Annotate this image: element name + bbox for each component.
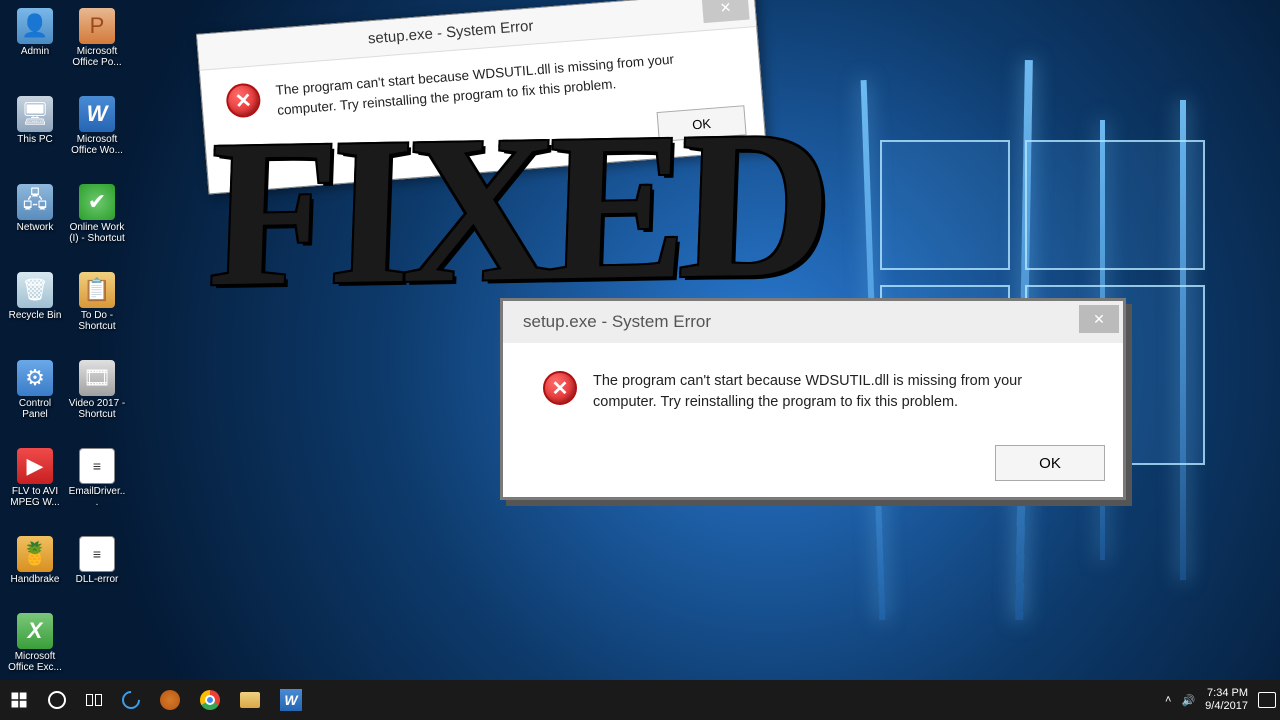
- taskbar: W ˄ 🔊 7:34 PM 9/4/2017: [0, 680, 1280, 720]
- cortana-button[interactable]: [38, 680, 76, 720]
- icon-label: Admin: [21, 46, 49, 57]
- desktop-icon[interactable]: 📋To Do - Shortcut: [68, 272, 126, 332]
- error-icon: ✕: [225, 82, 262, 119]
- close-button[interactable]: ✕: [702, 0, 750, 23]
- desktop-icon[interactable]: XMicrosoft Office Exc...: [6, 613, 64, 673]
- desktop-icon[interactable]: ▶FLV to AVI MPEG W...: [6, 448, 64, 508]
- icon-label: Video 2017 - Shortcut: [68, 398, 126, 420]
- icon-label: DLL-error: [76, 574, 119, 585]
- ok-button[interactable]: OK: [657, 105, 747, 142]
- app-icon: 🎞: [79, 360, 115, 396]
- desktop-icon[interactable]: WMicrosoft Office Wo...: [68, 96, 126, 156]
- app-icon: ▶: [17, 448, 53, 484]
- folder-icon: [240, 692, 260, 708]
- desktop-icon[interactable]: ≡ DLL-error: [68, 536, 126, 585]
- desktop-icon[interactable]: 🍍 Handbrake: [6, 536, 64, 585]
- icon-label: EmailDriver...: [68, 486, 126, 508]
- icon-label: FLV to AVI MPEG W...: [6, 486, 64, 508]
- explorer-button[interactable]: [230, 680, 270, 720]
- icon-label: Control Panel: [6, 398, 64, 420]
- error-dialog-2: setup.exe - System Error ✕ ✕ The program…: [500, 298, 1126, 500]
- cortana-icon: [48, 691, 66, 709]
- desktop-icons-grid: 👤AdminPMicrosoft Office Po...🖥This PCWMi…: [6, 8, 126, 673]
- desktop-icon[interactable]: ⚙Control Panel: [6, 360, 64, 420]
- icon-label: Microsoft Office Wo...: [68, 134, 126, 156]
- app-icon: W: [79, 96, 115, 132]
- dialog-title: setup.exe - System Error: [503, 312, 1079, 332]
- volume-icon[interactable]: 🔊: [1181, 694, 1195, 707]
- edge-icon: [118, 687, 143, 712]
- icon-label: Microsoft Office Po...: [68, 46, 126, 68]
- dialog-message: The program can't start because WDSUTIL.…: [593, 371, 1089, 413]
- app-icon: ✔: [79, 184, 115, 220]
- app-icon: 🍍: [17, 536, 53, 572]
- firefox-button[interactable]: [150, 680, 190, 720]
- ok-button[interactable]: OK: [995, 445, 1105, 481]
- close-button[interactable]: ✕: [1079, 305, 1119, 333]
- icon-label: Online Work (I) - Shortcut: [68, 222, 126, 244]
- app-icon: 📋: [79, 272, 115, 308]
- app-icon: 🗑: [17, 272, 53, 308]
- task-view-icon: [86, 694, 102, 706]
- app-icon: ≡: [79, 448, 115, 484]
- desktop-icon[interactable]: 🖥 This PC: [6, 96, 64, 156]
- chrome-icon: [200, 690, 220, 710]
- app-icon: 👤: [17, 8, 53, 44]
- desktop-icon[interactable]: ✔Online Work (I) - Shortcut: [68, 184, 126, 244]
- desktop-icon[interactable]: ≡EmailDriver...: [68, 448, 126, 508]
- clock[interactable]: 7:34 PM 9/4/2017: [1205, 687, 1248, 713]
- desktop-icon[interactable]: 🗑 Recycle Bin: [6, 272, 64, 332]
- error-icon: ✕: [543, 371, 577, 405]
- word-icon: W: [280, 689, 302, 711]
- clock-date: 9/4/2017: [1205, 700, 1248, 713]
- start-button[interactable]: [0, 680, 38, 720]
- app-icon: X: [17, 613, 53, 649]
- app-icon: P: [79, 8, 115, 44]
- clock-time: 7:34 PM: [1205, 687, 1248, 700]
- action-center-icon[interactable]: [1258, 692, 1276, 708]
- desktop-icon[interactable]: 🎞Video 2017 - Shortcut: [68, 360, 126, 420]
- icon-label: Handbrake: [11, 574, 60, 585]
- app-icon: ≡: [79, 536, 115, 572]
- dialog-titlebar[interactable]: setup.exe - System Error ✕: [503, 301, 1123, 343]
- firefox-icon: [160, 690, 180, 710]
- icon-label: Microsoft Office Exc...: [6, 651, 64, 673]
- app-icon: ⚙: [17, 360, 53, 396]
- desktop-icon[interactable]: 🖧 Network: [6, 184, 64, 244]
- tray-chevron-icon[interactable]: ˄: [1165, 694, 1171, 706]
- desktop-icon[interactable]: PMicrosoft Office Po...: [68, 8, 126, 68]
- icon-label: This PC: [17, 134, 53, 145]
- desktop-icon[interactable]: 👤 Admin: [6, 8, 64, 68]
- app-icon: 🖥: [17, 96, 53, 132]
- app-icon: 🖧: [17, 184, 53, 220]
- icon-label: Recycle Bin: [9, 310, 62, 321]
- word-taskbar-button[interactable]: W: [270, 680, 312, 720]
- chrome-button[interactable]: [190, 680, 230, 720]
- edge-button[interactable]: [112, 680, 150, 720]
- icon-label: Network: [17, 222, 54, 233]
- icon-label: To Do - Shortcut: [68, 310, 126, 332]
- task-view-button[interactable]: [76, 680, 112, 720]
- system-tray: ˄ 🔊 7:34 PM 9/4/2017: [1165, 687, 1280, 713]
